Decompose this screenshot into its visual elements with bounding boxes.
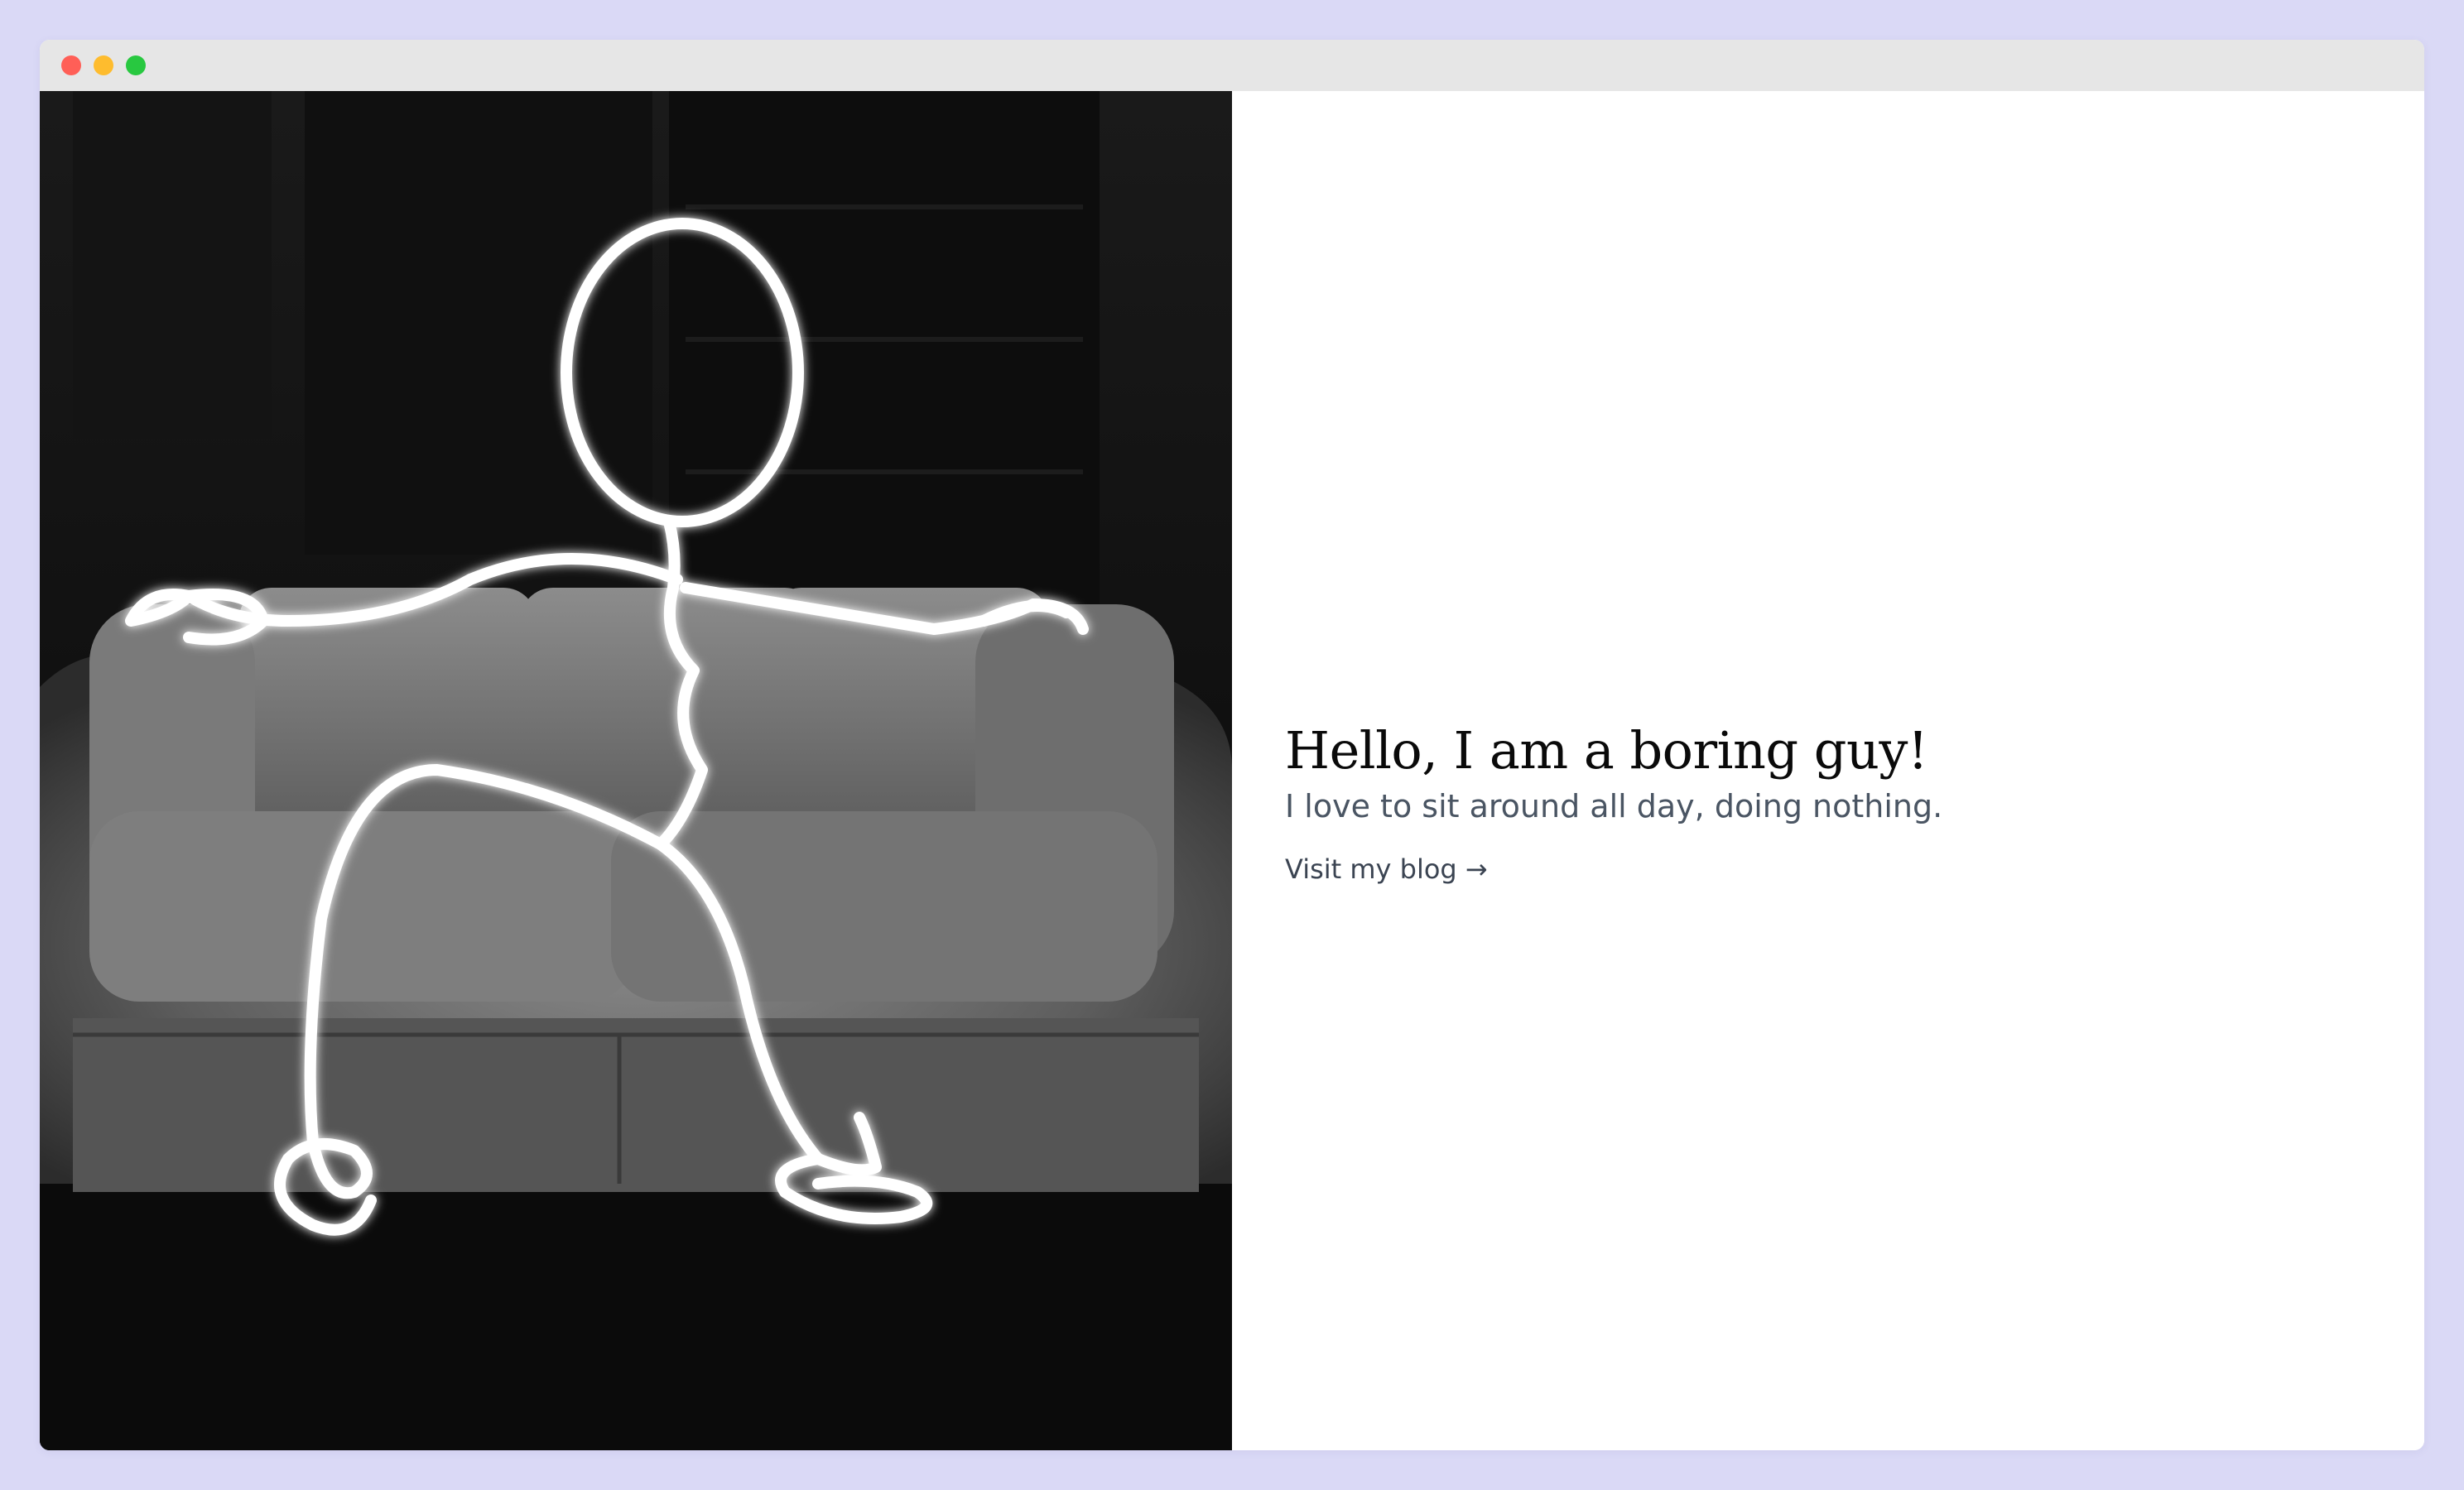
visit-blog-link[interactable]: Visit my blog → [1285, 853, 1488, 887]
close-window-button[interactable] [61, 55, 81, 75]
headline: Hello, I am a boring guy! [1285, 720, 1928, 781]
page-content: Hello, I am a boring guy! I love to sit … [40, 91, 2424, 1450]
zoom-window-button[interactable] [126, 55, 146, 75]
stick-figure-couch-illustration [40, 91, 1232, 1450]
browser-window: Hello, I am a boring guy! I love to sit … [40, 40, 2424, 1450]
minimize-window-button[interactable] [94, 55, 113, 75]
intro-block: Hello, I am a boring guy! I love to sit … [1285, 720, 2361, 887]
hero-photo [40, 91, 1232, 1450]
visit-blog-label: Visit my blog [1285, 853, 1457, 885]
intro-panel: Hello, I am a boring guy! I love to sit … [1232, 91, 2424, 1450]
arrow-right-icon: → [1465, 853, 1488, 885]
tagline: I love to sit around all day, doing noth… [1285, 788, 1943, 825]
window-titlebar [40, 40, 2424, 91]
